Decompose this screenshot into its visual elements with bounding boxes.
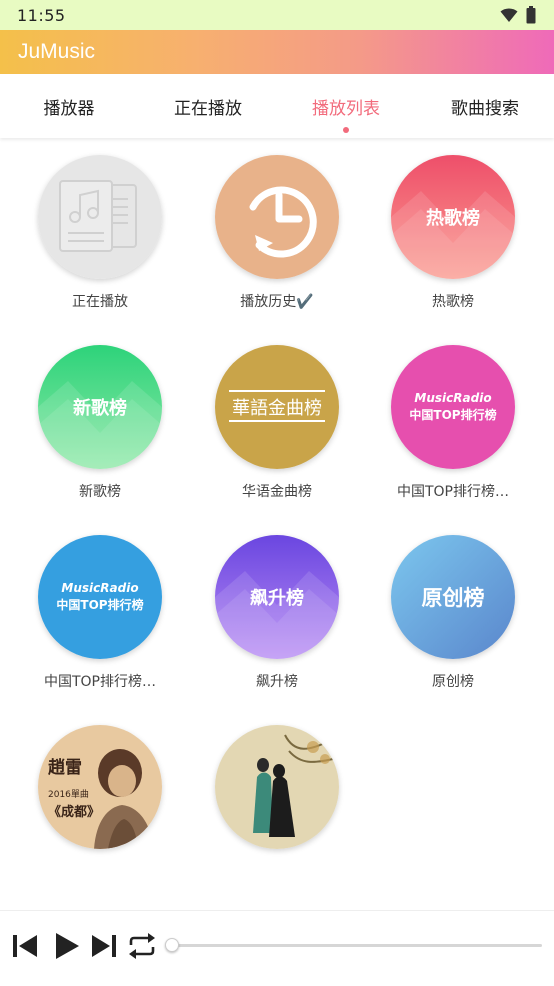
status-time: 11:55: [17, 5, 66, 25]
playlist-chinese-golden[interactable]: 華語金曲榜 华语金曲榜: [189, 329, 365, 509]
playlist-cover: MusicRadio 中国TOP排行榜: [38, 535, 162, 659]
history-clock-icon: [215, 155, 339, 279]
battery-icon: [526, 6, 536, 24]
tab-now-playing[interactable]: 正在播放: [139, 74, 277, 138]
app-bar: JuMusic: [0, 30, 554, 74]
tab-player[interactable]: 播放器: [0, 74, 138, 138]
playlist-album-chengdu[interactable]: 趙雷 2016單曲 《成都》: [12, 709, 188, 889]
playlist-caption: 正在播放: [72, 294, 128, 310]
playlist-cover: 热歌榜: [391, 155, 515, 279]
playlist-hot-songs[interactable]: 热歌榜 热歌榜: [365, 139, 541, 319]
playlist-rising[interactable]: 飙升榜 飙升榜: [189, 519, 365, 699]
tab-song-search[interactable]: 歌曲搜索: [416, 74, 554, 138]
wifi-icon: [500, 8, 518, 22]
playlist-cover: 華語金曲榜: [215, 345, 339, 469]
playlist-now-playing[interactable]: 正在播放: [12, 139, 188, 319]
player-bar: [0, 910, 554, 986]
badge-text-bottom: 中国TOP排行榜: [56, 598, 144, 612]
tab-label: 正在播放: [174, 98, 242, 119]
now-playing-document-icon: [38, 155, 162, 279]
badge-text: 热歌榜: [426, 208, 480, 229]
playlist-cover: 趙雷 2016單曲 《成都》: [38, 725, 162, 849]
tab-bar: 播放器 正在播放 播放列表 歌曲搜索: [0, 74, 554, 138]
playlist-history[interactable]: 播放历史✔️: [189, 139, 365, 319]
playlist-caption: 播放历史✔️: [240, 294, 314, 310]
tab-label: 播放器: [43, 98, 95, 119]
playlist-caption: 华语金曲榜: [242, 484, 312, 500]
badge-text-bottom: 中国TOP排行榜: [409, 408, 497, 422]
tab-label: 播放列表: [312, 98, 380, 119]
skip-next-icon[interactable]: [91, 933, 117, 959]
repeat-icon[interactable]: [127, 933, 157, 959]
app-title: JuMusic: [18, 40, 96, 63]
playlist-new-songs[interactable]: 新歌榜 新歌榜: [12, 329, 188, 509]
playlist-caption: 新歌榜: [79, 484, 121, 500]
album-title-text: 趙雷: [48, 758, 82, 778]
album-sub-text: 2016單曲: [48, 790, 89, 800]
tab-playlist[interactable]: 播放列表: [277, 74, 415, 138]
badge-text: 飙升榜: [250, 588, 304, 609]
playlist-caption: 中国TOP排行榜…: [43, 674, 156, 690]
play-icon[interactable]: [53, 933, 79, 959]
status-icons: [500, 6, 536, 24]
tab-label: 歌曲搜索: [451, 98, 519, 119]
playlist-caption: 热歌榜: [432, 294, 474, 310]
playlist-caption: 飙升榜: [256, 674, 298, 690]
badge-text: 華語金曲榜: [232, 398, 322, 419]
playlist-cover: MusicRadio 中国TOP排行榜: [391, 345, 515, 469]
badge-text: 新歌榜: [73, 398, 127, 419]
album-song-text: 《成都》: [48, 805, 101, 820]
active-tab-indicator: [343, 127, 349, 133]
playlist-album-painting[interactable]: [189, 709, 365, 889]
playlist-cover: 新歌榜: [38, 345, 162, 469]
playlist-caption: 原创榜: [432, 674, 474, 690]
playlist-cover: [38, 155, 162, 279]
playlist-china-top-1[interactable]: MusicRadio 中国TOP排行榜 中国TOP排行榜…: [365, 329, 541, 509]
playlist-china-top-2[interactable]: MusicRadio 中国TOP排行榜 中国TOP排行榜…: [12, 519, 188, 699]
album-art-painting: [215, 725, 339, 849]
badge-text-top: MusicRadio: [61, 581, 139, 595]
playlist-original[interactable]: 原创榜 原创榜: [365, 519, 541, 699]
skip-previous-icon[interactable]: [12, 933, 38, 959]
badge-text-top: MusicRadio: [414, 391, 492, 405]
playlist-cover: [215, 725, 339, 849]
seek-thumb[interactable]: [165, 938, 179, 952]
seek-bar[interactable]: [165, 938, 542, 952]
status-bar: 11:55: [0, 0, 554, 30]
badge-text: 原创榜: [421, 586, 485, 610]
playlist-caption: 中国TOP排行榜…: [396, 484, 509, 500]
playlist-cover: 原创榜: [391, 535, 515, 659]
playlist-cover: [215, 155, 339, 279]
playlist-cover: 飙升榜: [215, 535, 339, 659]
